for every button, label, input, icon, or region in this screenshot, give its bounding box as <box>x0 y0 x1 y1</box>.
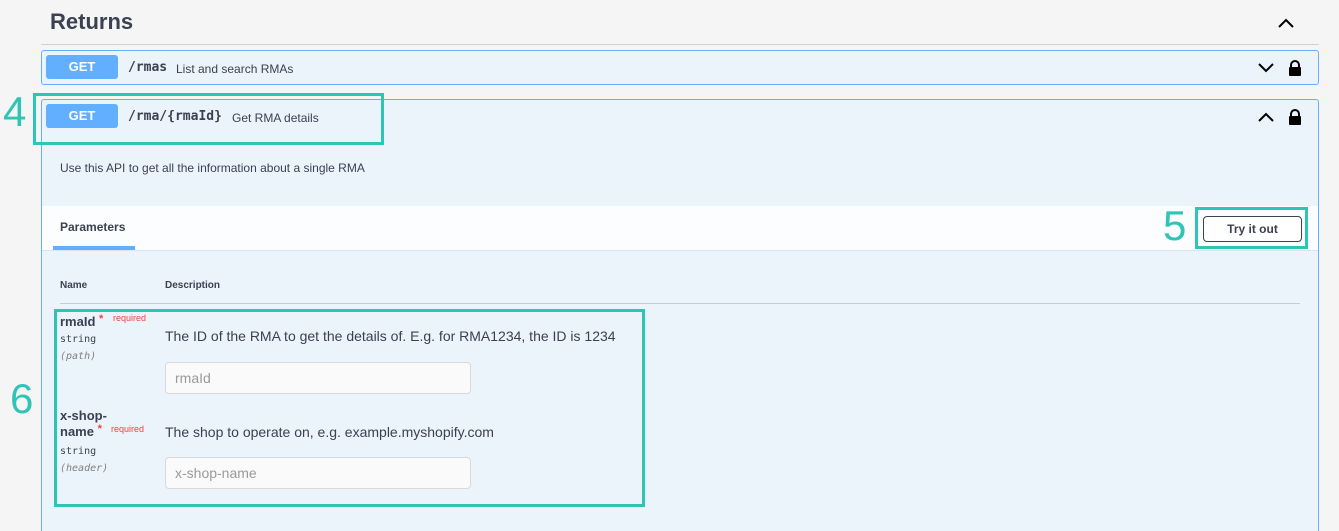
chevron-up-icon[interactable] <box>1258 110 1274 124</box>
tab-parameters[interactable]: Parameters <box>60 220 125 234</box>
annotation-number-6: 6 <box>10 375 34 422</box>
annotation-box-6 <box>54 309 645 507</box>
chevron-down-icon[interactable] <box>1258 61 1274 75</box>
method-badge: GET <box>46 55 118 79</box>
tab-active-indicator <box>53 246 135 250</box>
operation-summary-text: List and search RMAs <box>176 62 294 76</box>
operation-summary[interactable]: GET /rmas List and search RMAs <box>42 51 1318 86</box>
annotation-number-5: 5 <box>1163 202 1187 249</box>
operation-description: Use this API to get all the information … <box>60 161 365 175</box>
column-header-description: Description <box>165 280 221 291</box>
operation-path: /rmas <box>128 60 168 75</box>
section-title: Returns <box>50 9 134 34</box>
chevron-up-icon[interactable] <box>1277 14 1295 32</box>
column-header-name: Name <box>60 280 88 291</box>
annotation-box-4 <box>33 93 384 145</box>
lock-icon[interactable] <box>1288 60 1302 76</box>
header-divider <box>60 303 1300 304</box>
annotation-number-4: 4 <box>3 88 27 135</box>
parameters-bar: Parameters Try it out <box>42 206 1318 251</box>
section-header[interactable]: Returns <box>41 0 1319 45</box>
lock-icon[interactable] <box>1288 109 1302 125</box>
annotation-box-5 <box>1195 207 1308 249</box>
operation-get-rmas[interactable]: GET /rmas List and search RMAs <box>41 50 1319 85</box>
